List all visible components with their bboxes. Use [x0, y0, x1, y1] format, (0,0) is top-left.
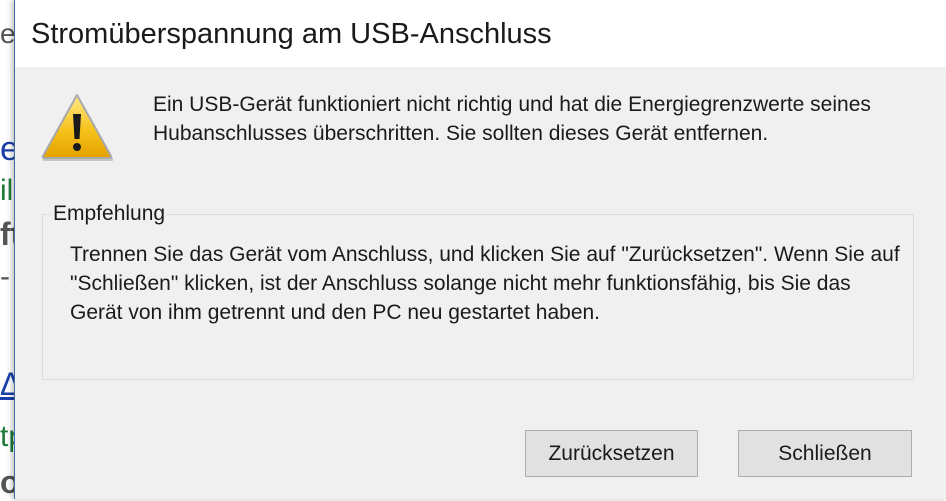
- background-text-fragment: -: [0, 260, 10, 293]
- recommendation-group-label: Empfehlung: [51, 202, 168, 226]
- reset-button[interactable]: Zurücksetzen: [525, 430, 698, 477]
- recommendation-text: Trennen Sie das Gerät vom Anschluss, und…: [70, 243, 900, 324]
- dialog-title: Stromüberspannung am USB-Anschluss: [31, 18, 552, 50]
- dialog-message: Ein USB-Gerät funktioniert nicht richtig…: [153, 93, 871, 145]
- warning-triangle-icon: [39, 92, 115, 162]
- background-text-fragment: il: [0, 174, 14, 207]
- usb-overcurrent-dialog: Stromüberspannung am USB-Anschluss Ein U…: [14, 0, 946, 499]
- dialog-titlebar[interactable]: Stromüberspannung am USB-Anschluss: [15, 0, 946, 67]
- close-button[interactable]: Schließen: [738, 430, 912, 477]
